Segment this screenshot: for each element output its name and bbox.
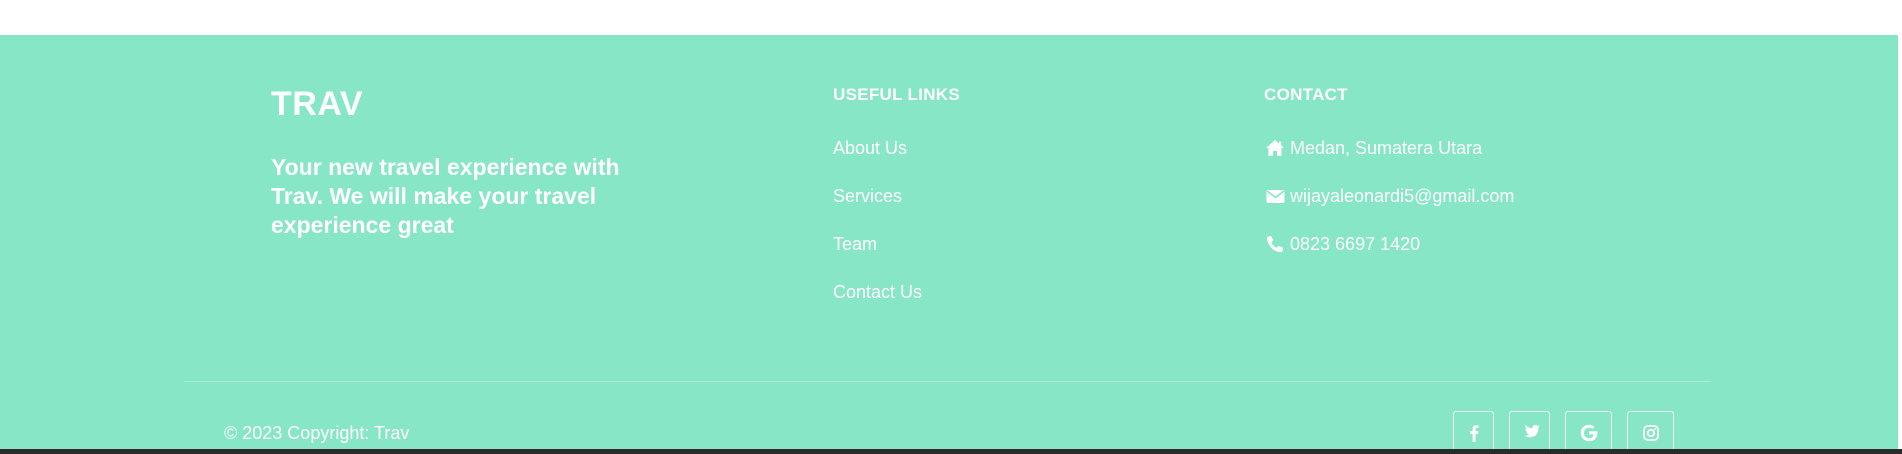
twitter-icon (1520, 424, 1540, 441)
instagram-icon (1642, 424, 1659, 441)
team-link[interactable]: Team (833, 233, 877, 255)
footer-divider (184, 381, 1711, 382)
footer-tagline: Your new travel experience with Trav. We… (271, 154, 620, 238)
google-button[interactable] (1565, 411, 1612, 454)
contact-phone-text: 0823 6697 1420 (1290, 234, 1421, 254)
contact-title: CONTACT (1264, 85, 1348, 104)
footer-link-item: About Us (833, 137, 922, 185)
services-link[interactable]: Services (833, 185, 902, 207)
footer-link-item: Services (833, 185, 922, 233)
footer-link-item: Contact Us (833, 281, 922, 329)
useful-links-title: USEFUL LINKS (833, 85, 961, 104)
contact-item-email: wijayaleonardi5@gmail.com (1264, 185, 1514, 233)
twitter-button[interactable] (1509, 411, 1550, 454)
envelope-icon (1264, 185, 1286, 207)
about-us-link[interactable]: About Us (833, 137, 907, 159)
useful-links-list: About Us Services Team Contact Us (833, 137, 922, 329)
footer-brand: TRAV (271, 85, 364, 123)
contact-address-text: Medan, Sumatera Utara (1290, 138, 1483, 158)
window-bottom-bar (0, 449, 1902, 454)
site-footer: TRAV Your new travel experience with Tra… (0, 35, 1898, 454)
page-top-area (0, 0, 1902, 35)
contact-us-link[interactable]: Contact Us (833, 281, 922, 303)
contact-item-phone: 0823 6697 1420 (1264, 233, 1514, 281)
instagram-button[interactable] (1627, 411, 1674, 454)
page-right-edge (1898, 35, 1902, 454)
footer-link-item: Team (833, 233, 922, 281)
contact-email-text: wijayaleonardi5@gmail.com (1290, 186, 1515, 206)
home-icon (1264, 137, 1286, 159)
google-icon (1580, 424, 1598, 442)
contact-item-address: Medan, Sumatera Utara (1264, 137, 1514, 185)
facebook-icon (1469, 424, 1479, 442)
social-links (1453, 411, 1674, 454)
facebook-button[interactable] (1453, 411, 1494, 454)
contact-list: Medan, Sumatera Utara wijayaleonardi5@gm… (1264, 137, 1514, 281)
phone-icon (1264, 233, 1286, 255)
copyright-text: © 2023 Copyright: Trav (224, 423, 410, 443)
